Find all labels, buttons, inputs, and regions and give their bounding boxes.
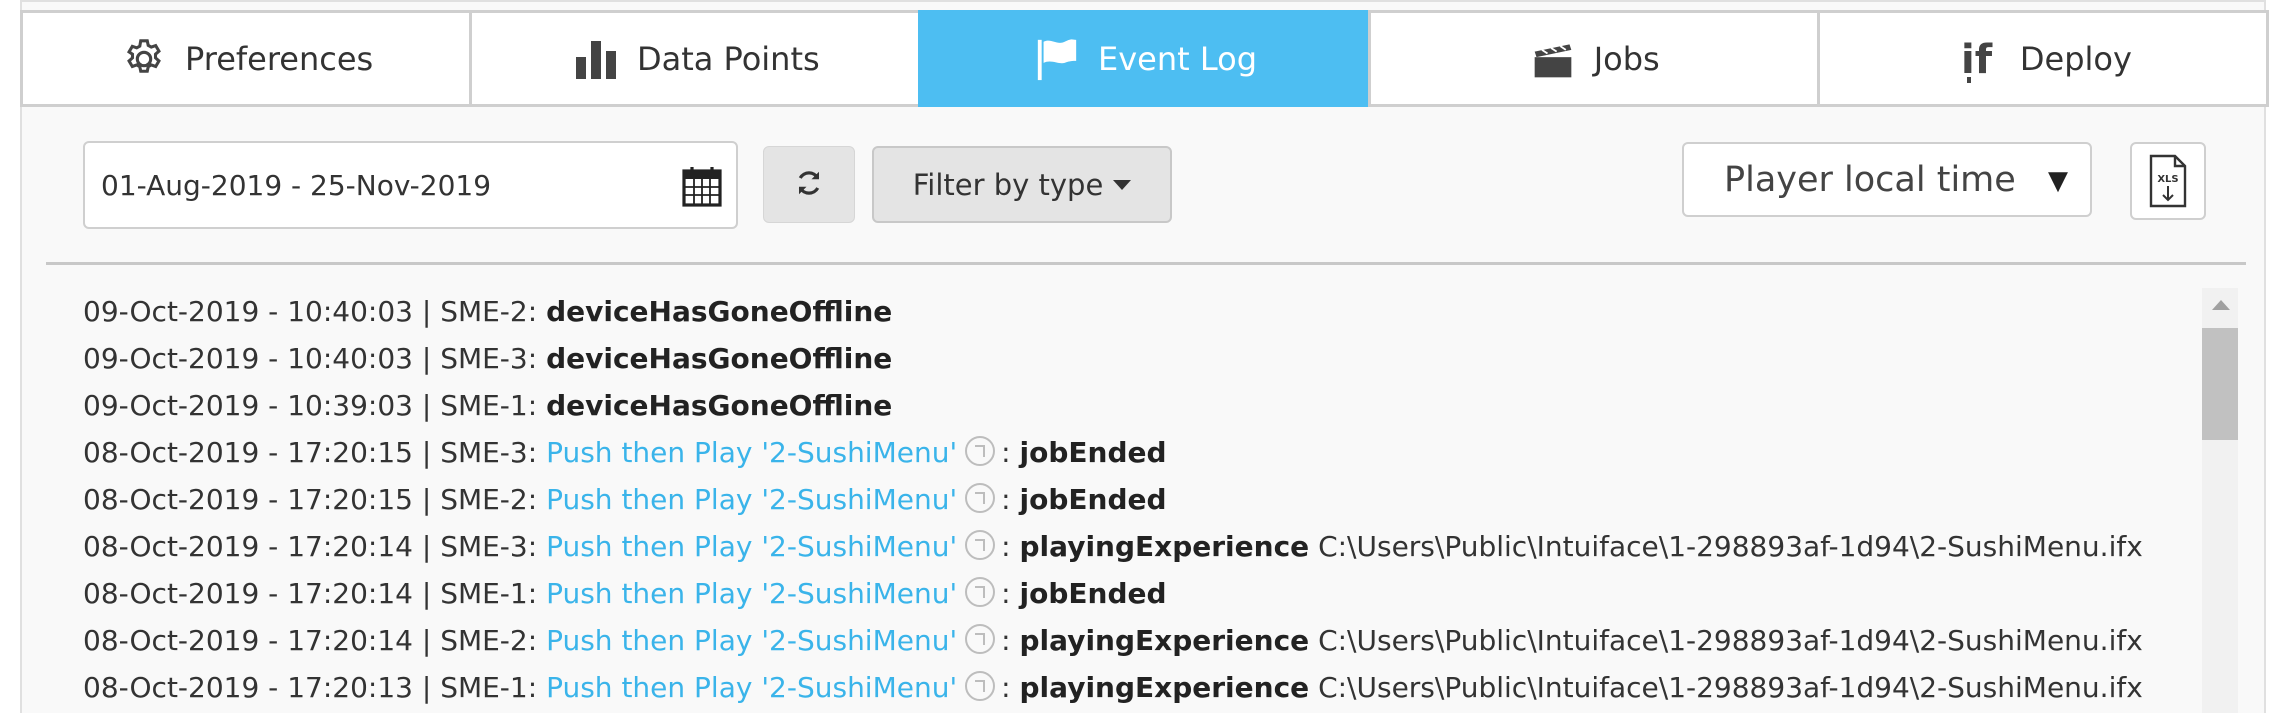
- info-icon[interactable]: [965, 577, 996, 607]
- log-entry: 08-Oct-2019 - 17:20:14 | SME-3: Push the…: [83, 530, 2143, 563]
- job-link[interactable]: Push then Play '2-SushiMenu': [546, 530, 957, 563]
- log-entry: 09-Oct-2019 - 10:40:03 | SME-3: deviceHa…: [83, 342, 893, 375]
- event-detail: C:\Users\Public\Intuiface\1-298893af-1d9…: [1318, 671, 2143, 704]
- refresh-button[interactable]: [763, 146, 855, 223]
- log-entry: 09-Oct-2019 - 10:40:03 | SME-2: deviceHa…: [83, 295, 893, 328]
- job-link[interactable]: Push then Play '2-SushiMenu': [546, 671, 957, 704]
- deploy-icon: if: [1954, 34, 2004, 84]
- job-link[interactable]: Push then Play '2-SushiMenu': [546, 577, 957, 610]
- tab-label: Data Points: [636, 39, 820, 78]
- log-entry: 08-Oct-2019 - 17:20:13 | SME-1: Push the…: [83, 671, 2143, 704]
- tab-label: Preferences: [185, 39, 374, 78]
- log-entry: 08-Oct-2019 - 17:20:15 | SME-2: Push the…: [83, 483, 1167, 516]
- tab-bar: Preferences Data Points Event Log Jobs i…: [20, 10, 2270, 107]
- event-name: deviceHasGoneOffline: [546, 389, 893, 422]
- info-icon[interactable]: [965, 483, 996, 513]
- log-entry: 08-Oct-2019 - 17:20:14 | SME-2: Push the…: [83, 624, 2143, 657]
- tab-data-points[interactable]: Data Points: [469, 10, 922, 107]
- event-name: playingExperience: [1019, 530, 1310, 563]
- event-detail: C:\Users\Public\Intuiface\1-298893af-1d9…: [1318, 624, 2143, 657]
- tab-jobs[interactable]: Jobs: [1367, 10, 1820, 107]
- log-entry: 09-Oct-2019 - 10:39:03 | SME-1: deviceHa…: [83, 389, 893, 422]
- timezone-value: Player local time: [1724, 159, 2016, 200]
- xls-label: XLS: [2157, 174, 2178, 185]
- job-link[interactable]: Push then Play '2-SushiMenu': [546, 624, 957, 657]
- filter-label: Filter by type: [912, 167, 1104, 202]
- job-link[interactable]: Push then Play '2-SushiMenu': [546, 436, 957, 469]
- clapperboard-icon: [1528, 34, 1578, 84]
- event-name: playingExperience: [1019, 671, 1310, 704]
- tab-label: Event Log: [1098, 39, 1257, 78]
- dropdown-arrow-icon: ▼: [2048, 166, 2068, 196]
- event-name: jobEnded: [1019, 577, 1167, 610]
- tab-event-log[interactable]: Event Log: [918, 10, 1371, 107]
- event-name: deviceHasGoneOffline: [546, 295, 893, 328]
- job-link[interactable]: Push then Play '2-SushiMenu': [546, 483, 957, 516]
- timezone-select[interactable]: Player local time ▼: [1682, 142, 2092, 217]
- scrollbar-thumb[interactable]: [2202, 328, 2238, 440]
- tab-deploy[interactable]: if Deploy: [1816, 10, 2270, 107]
- info-icon[interactable]: [965, 436, 996, 466]
- calendar-icon[interactable]: [682, 165, 722, 207]
- tab-label: Jobs: [1593, 39, 1660, 78]
- bar-chart-icon: [571, 34, 621, 84]
- event-log-list: 09-Oct-2019 - 10:40:03 | SME-2: deviceHa…: [83, 288, 2183, 713]
- date-range-value: 01-Aug-2019 - 25-Nov-2019: [101, 168, 492, 202]
- event-name: jobEnded: [1019, 483, 1167, 516]
- log-entry: 08-Oct-2019 - 17:20:14 | SME-1: Push the…: [83, 577, 1167, 610]
- event-name: deviceHasGoneOffline: [546, 342, 893, 375]
- svg-text:if: if: [1961, 37, 1993, 83]
- tab-label: Deploy: [2019, 39, 2132, 78]
- date-range-input[interactable]: 01-Aug-2019 - 25-Nov-2019: [83, 141, 738, 229]
- log-scrollbar[interactable]: [2202, 288, 2238, 713]
- log-entry: 08-Oct-2019 - 17:20:15 | SME-3: Push the…: [83, 436, 1167, 469]
- info-icon[interactable]: [965, 530, 996, 560]
- toolbar-divider: [46, 262, 2246, 265]
- flag-icon: [1032, 34, 1082, 84]
- event-name: jobEnded: [1019, 436, 1167, 469]
- scroll-up-arrow-icon[interactable]: [2212, 300, 2230, 310]
- xls-file-icon: XLS: [2149, 154, 2187, 208]
- export-xls-button[interactable]: XLS: [2130, 142, 2206, 220]
- tab-preferences[interactable]: Preferences: [20, 10, 473, 107]
- gear-icon: [119, 34, 169, 84]
- event-name: playingExperience: [1019, 624, 1310, 657]
- filter-by-type-button[interactable]: Filter by type: [872, 146, 1172, 223]
- event-detail: C:\Users\Public\Intuiface\1-298893af-1d9…: [1318, 530, 2143, 563]
- refresh-icon: [794, 168, 824, 202]
- caret-down-icon: [1113, 179, 1132, 190]
- info-icon[interactable]: [965, 624, 996, 654]
- info-icon[interactable]: [965, 671, 996, 701]
